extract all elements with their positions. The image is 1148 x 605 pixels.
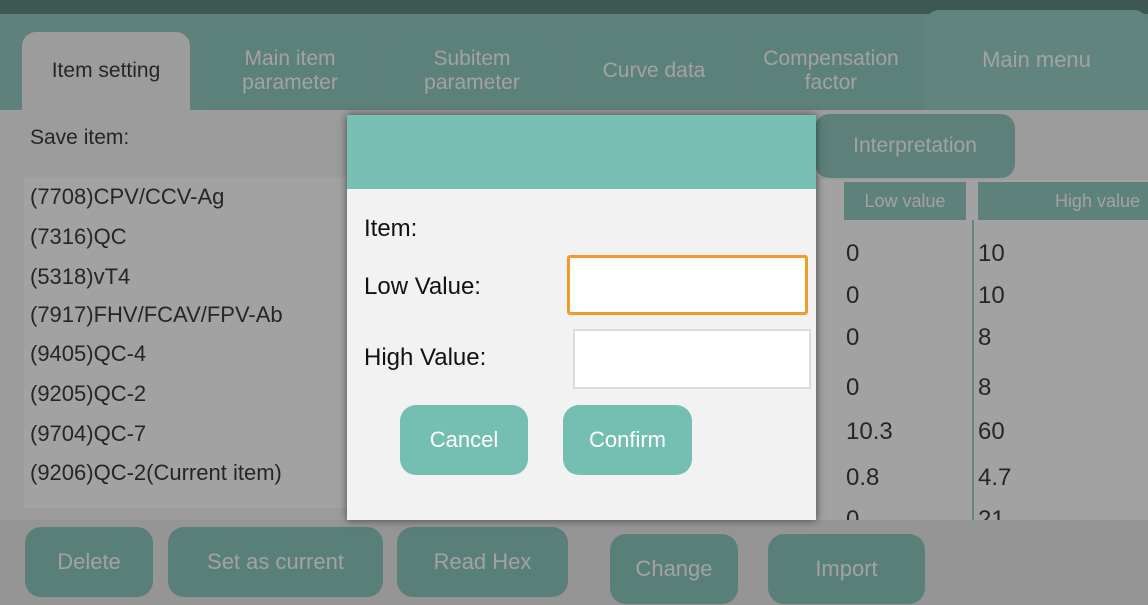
high-value-field[interactable] [573, 329, 811, 389]
low-value-label: Low Value: [364, 273, 481, 300]
dialog-header [347, 115, 816, 189]
edit-value-dialog: Item: Low Value: High Value: Cancel Conf… [347, 115, 816, 520]
item-label: Item: [364, 215, 418, 242]
low-value-field[interactable] [567, 255, 808, 315]
cancel-button[interactable]: Cancel [400, 405, 528, 475]
high-value-label: High Value: [364, 344, 487, 371]
confirm-button[interactable]: Confirm [563, 405, 692, 475]
